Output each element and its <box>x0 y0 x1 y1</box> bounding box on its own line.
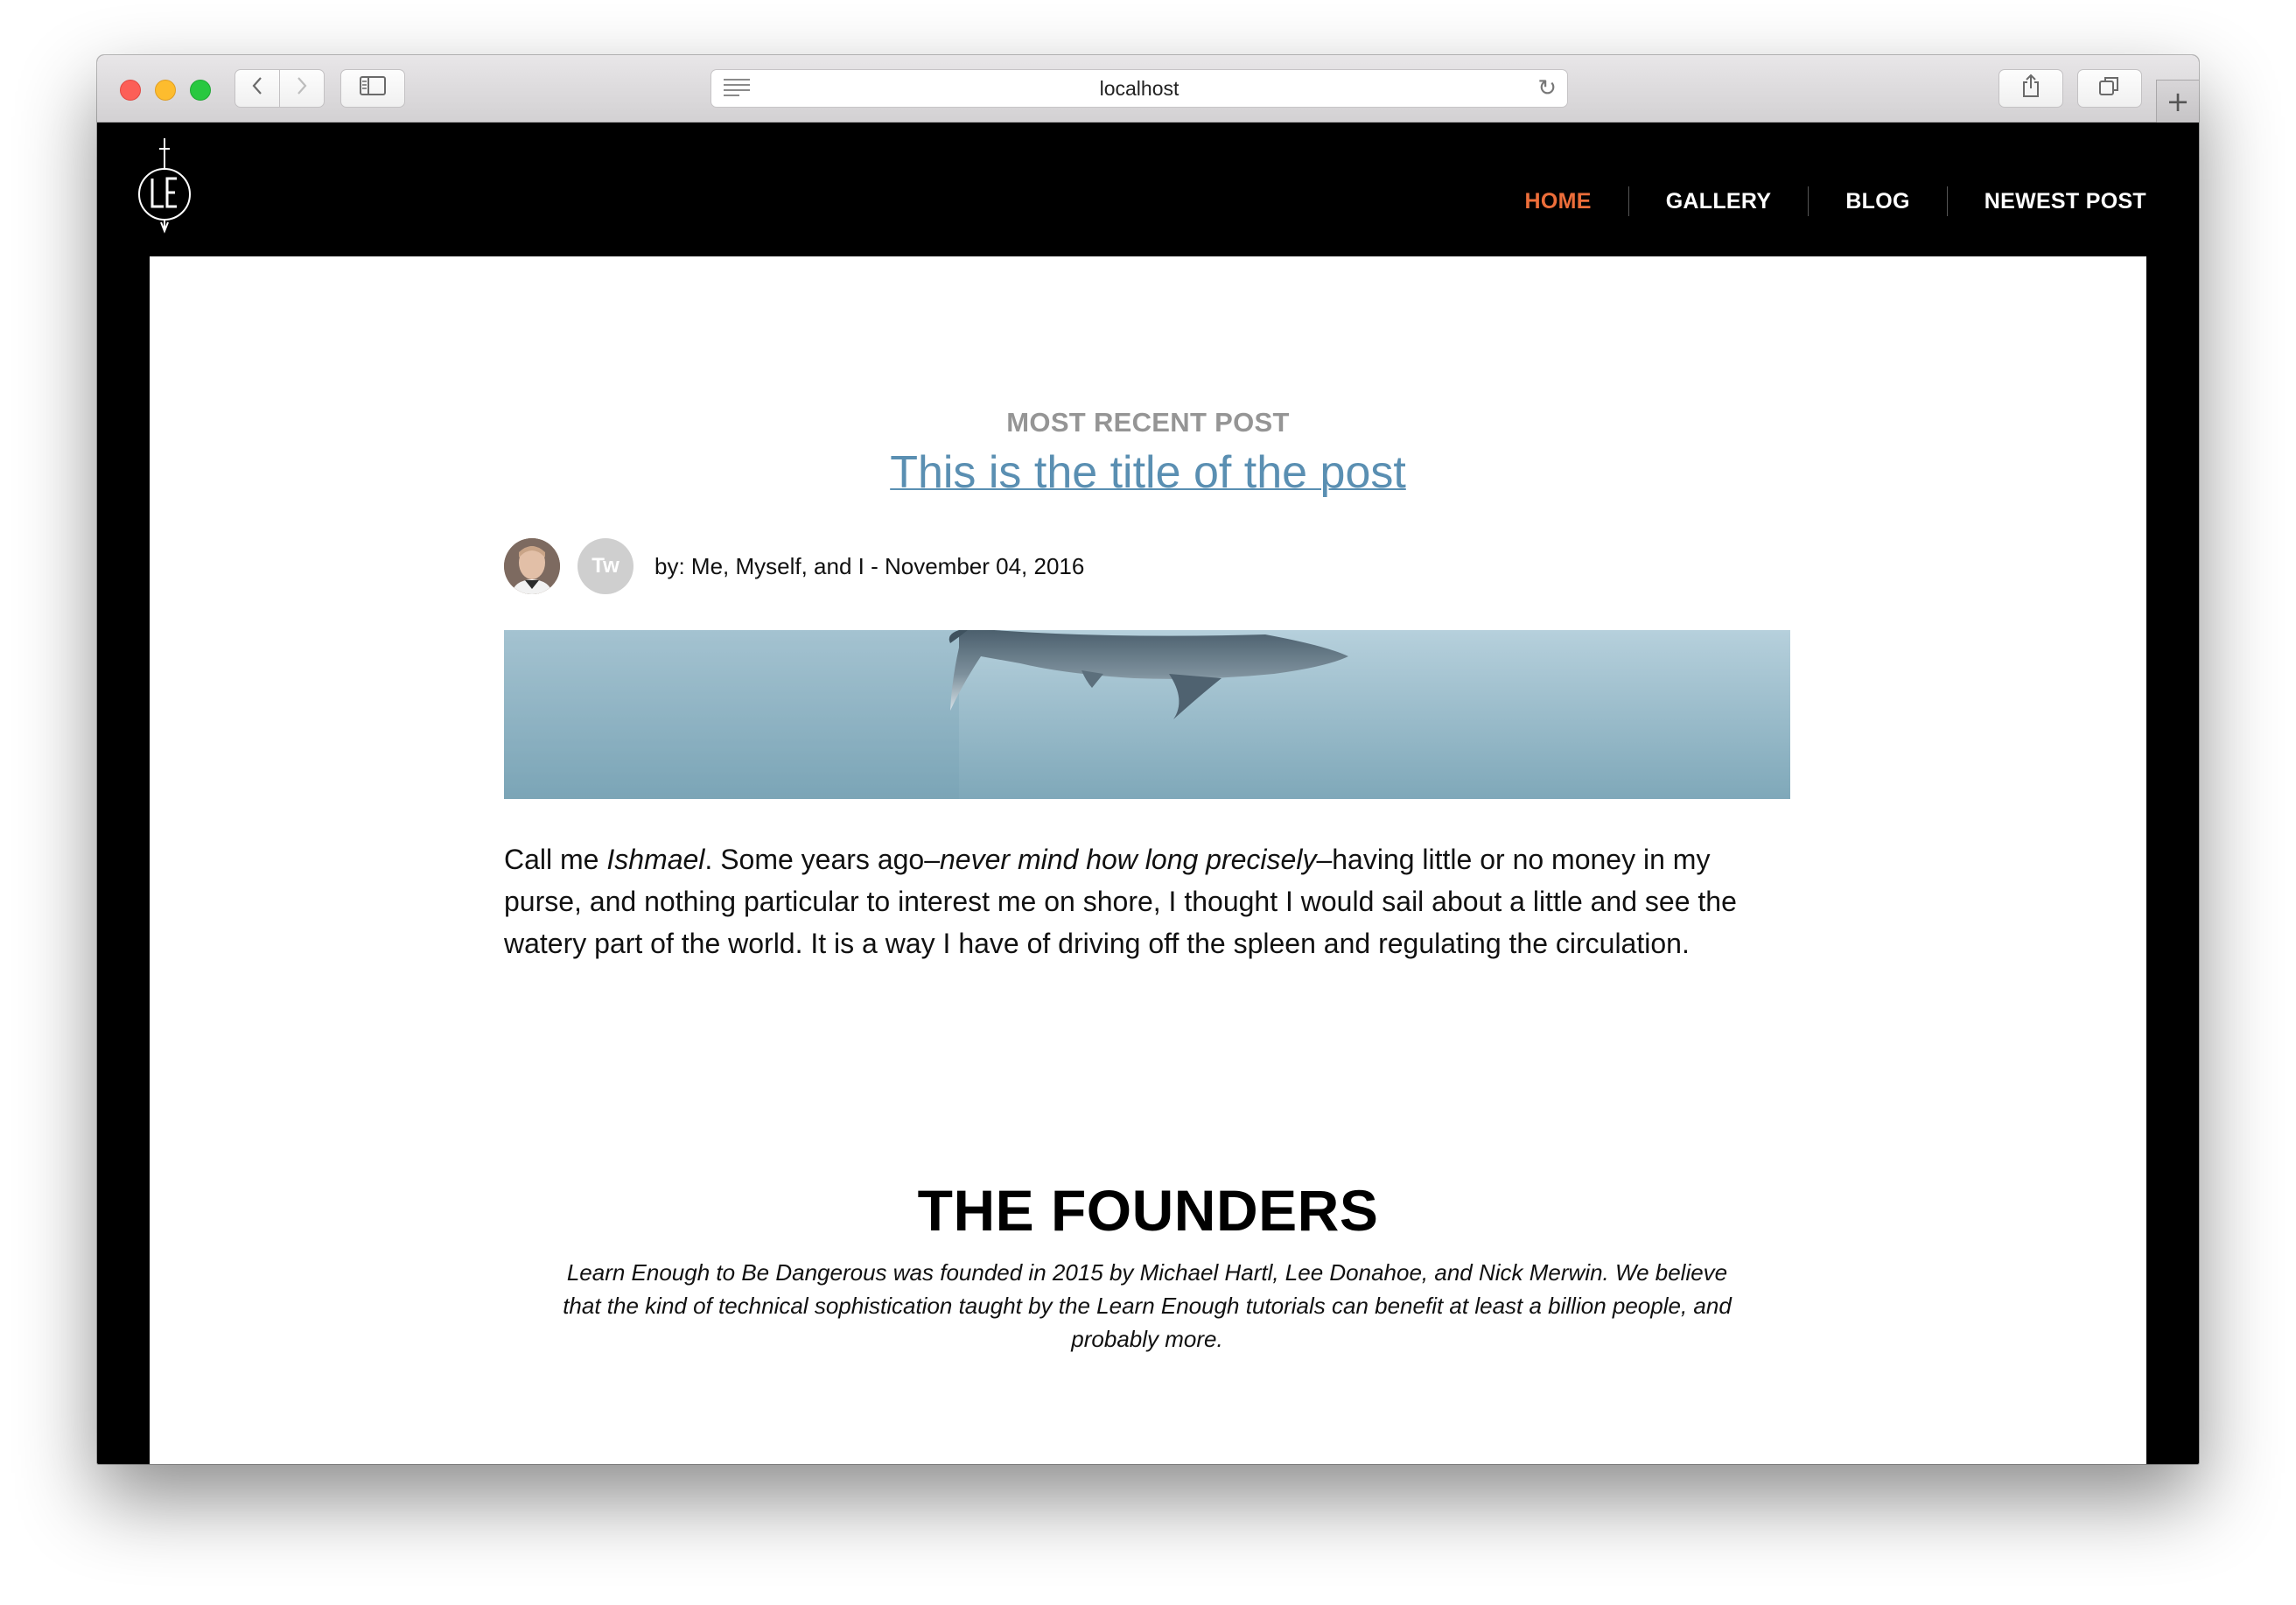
nav-gallery[interactable]: GALLERY <box>1628 186 1809 216</box>
author-initials-badge: Tw <box>578 538 634 594</box>
body-italic: never mind how long precisely <box>940 844 1317 875</box>
site-logo[interactable] <box>136 137 193 235</box>
post-byline: Tw by: Me, Myself, and I - November 04, … <box>504 538 1084 594</box>
new-tab-button[interactable]: + <box>2156 80 2199 123</box>
minimize-window-button[interactable] <box>155 80 176 101</box>
post-kicker: MOST RECENT POST <box>1006 407 1290 438</box>
show-tabs-button[interactable] <box>2077 69 2142 108</box>
browser-window: localhost ↻ + HOME GALLERY BLOG NEWEST P… <box>97 55 2199 1464</box>
post-hero-image <box>504 630 1790 799</box>
post-body: Call me Ishmael. Some years ago–never mi… <box>504 838 1790 964</box>
share-icon <box>2020 74 2041 104</box>
share-button[interactable] <box>1998 69 2063 108</box>
founders-heading: THE FOUNDERS <box>917 1178 1379 1243</box>
back-icon <box>250 75 264 102</box>
browser-toolbar: localhost ↻ + <box>97 55 2199 123</box>
body-intro: Call me <box>504 844 607 875</box>
zoom-window-button[interactable] <box>190 80 211 101</box>
tabs-icon <box>2098 74 2121 103</box>
body-name: Ishmael <box>606 844 705 875</box>
post-title-link[interactable]: This is the title of the post <box>150 446 2146 499</box>
main-nav: HOME GALLERY BLOG NEWEST POST <box>1488 186 2146 216</box>
founders-description: Learn Enough to Be Dangerous was founded… <box>563 1259 1732 1352</box>
page-content: MOST RECENT POST This is the title of th… <box>150 256 2146 1464</box>
new-tab-icon: + <box>2166 85 2190 118</box>
reader-icon[interactable] <box>724 79 750 98</box>
url-text: localhost <box>1099 76 1180 100</box>
back-button[interactable] <box>234 69 280 108</box>
nav-blog[interactable]: BLOG <box>1808 186 1946 216</box>
nav-home[interactable]: HOME <box>1488 186 1628 216</box>
address-bar[interactable]: localhost ↻ <box>710 69 1568 108</box>
byline-text: by: Me, Myself, and I - November 04, 201… <box>654 552 1085 579</box>
nav-newest-post[interactable]: NEWEST POST <box>1946 186 2146 216</box>
body-mid: . Some years ago– <box>704 844 940 875</box>
forward-button[interactable] <box>279 69 325 108</box>
sidebar-icon <box>360 75 386 102</box>
forward-icon <box>295 75 309 102</box>
site-header: HOME GALLERY BLOG NEWEST POST <box>97 123 2199 256</box>
sidebar-toggle-button[interactable] <box>340 69 405 108</box>
author-avatar <box>504 538 560 594</box>
close-window-button[interactable] <box>120 80 141 101</box>
reload-icon[interactable]: ↻ <box>1537 75 1557 102</box>
